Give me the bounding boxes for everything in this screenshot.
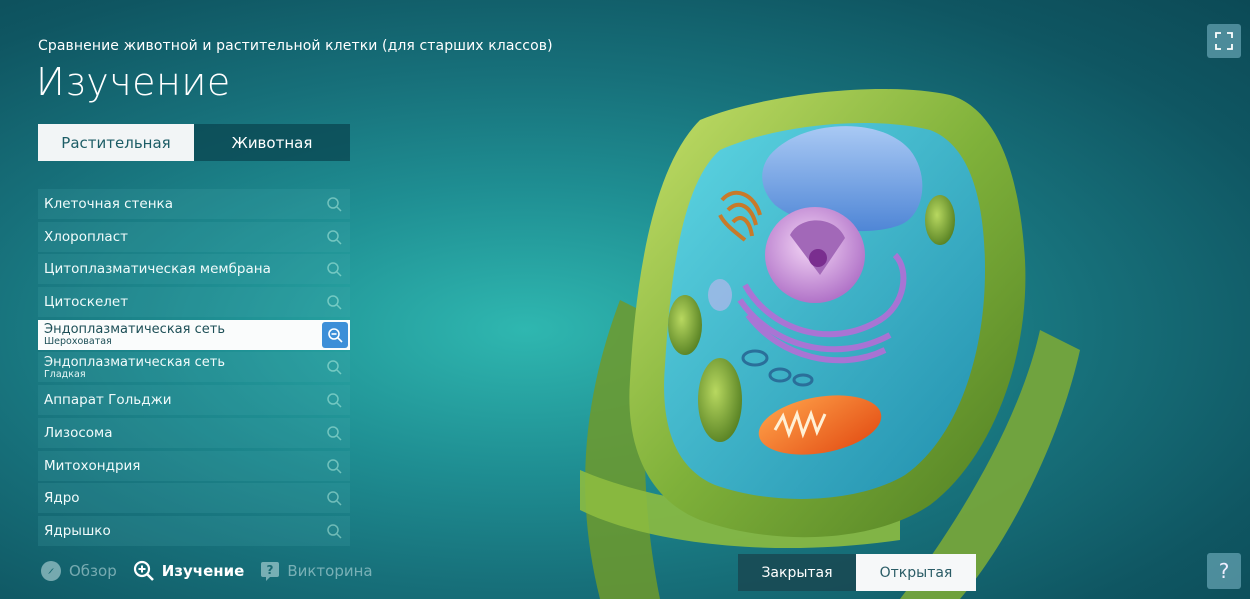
search-icon[interactable] <box>326 261 342 277</box>
search-icon[interactable] <box>326 392 342 408</box>
organelle-item-nucleus[interactable]: Ядро <box>38 483 350 514</box>
organelle-item-cytoplasmic-membrane[interactable]: Цитоплазматическая мембрана <box>38 254 350 285</box>
mode-nav: Обзор Изучение ? Викторина <box>40 560 373 582</box>
nav-study-label: Изучение <box>161 562 245 580</box>
organelle-label: Цитоскелет <box>44 294 129 311</box>
quiz-icon: ? <box>261 562 280 581</box>
organelle-label: Эндоплазматическая сеть <box>44 354 225 370</box>
organelle-item-cytoskeleton[interactable]: Цитоскелет <box>38 287 350 318</box>
organelle-label: Клеточная стенка <box>44 196 173 212</box>
search-icon[interactable] <box>326 196 342 212</box>
tab-animal[interactable]: Животная <box>194 124 350 161</box>
lesson-subtitle: Сравнение животной и растительной клетки… <box>38 38 553 54</box>
cell-type-tabs: Растительная Животная <box>38 124 350 161</box>
organelle-label: Ядро <box>44 490 80 507</box>
organelle-item-cell-wall[interactable]: Клеточная стенка <box>38 189 350 219</box>
cell-view-toggle: Закрытая Открытая <box>738 554 976 591</box>
nav-quiz[interactable]: ? Викторина <box>260 561 373 581</box>
search-icon[interactable] <box>326 359 342 375</box>
fullscreen-button[interactable] <box>1207 24 1241 58</box>
nav-overview-label: Обзор <box>69 562 117 580</box>
help-button[interactable]: ? <box>1207 553 1241 589</box>
search-icon[interactable] <box>326 229 342 245</box>
organelle-sublabel: Шероховатая <box>44 336 112 347</box>
tab-plant[interactable]: Растительная <box>38 124 194 161</box>
organelle-item-golgi[interactable]: Аппарат Гольджи <box>38 385 350 416</box>
organelle-label: Лизосома <box>44 424 113 441</box>
organelle-label: Ядрышко <box>44 522 111 539</box>
organelle-item-smooth-er[interactable]: Эндоплазматическая сеть Гладкая <box>38 352 350 383</box>
nav-overview[interactable]: Обзор <box>40 560 117 582</box>
nav-quiz-label: Викторина <box>287 562 373 580</box>
organelle-label: Митохондрия <box>44 457 141 474</box>
zoom-out-button[interactable] <box>322 321 348 348</box>
page-title: Изучение <box>36 60 231 104</box>
organelle-label: Цитоплазматическая мембрана <box>44 261 271 278</box>
zoom-icon <box>133 560 154 581</box>
search-icon[interactable] <box>326 523 342 539</box>
search-icon[interactable] <box>326 294 342 310</box>
organelle-item-lysosome[interactable]: Лизосома <box>38 417 350 448</box>
view-open-button[interactable]: Открытая <box>856 554 976 591</box>
organelle-label: Аппарат Гольджи <box>44 392 172 409</box>
organelle-item-nucleolus[interactable]: Ядрышко <box>38 515 350 546</box>
organelle-label: Хлоропласт <box>44 228 128 245</box>
organelle-label: Эндоплазматическая сеть <box>44 322 225 337</box>
view-closed-button[interactable]: Закрытая <box>738 554 856 591</box>
nav-study[interactable]: Изучение <box>133 560 245 582</box>
fullscreen-icon <box>1215 32 1233 50</box>
compass-icon <box>41 561 61 581</box>
svg-text:?: ? <box>267 563 274 577</box>
search-icon[interactable] <box>326 458 342 474</box>
zoom-out-icon <box>328 327 343 343</box>
search-icon[interactable] <box>326 425 342 441</box>
search-icon[interactable] <box>326 490 342 506</box>
organelle-item-rough-er[interactable]: Эндоплазматическая сеть Шероховатая <box>38 319 350 350</box>
organelle-item-chloroplast[interactable]: Хлоропласт <box>38 221 350 252</box>
organelle-list: Клеточная стенка Хлоропласт Цитоплазмати… <box>38 189 350 549</box>
organelle-item-mitochondrion[interactable]: Митохондрия <box>38 450 350 481</box>
organelle-sublabel: Гладкая <box>44 368 86 380</box>
